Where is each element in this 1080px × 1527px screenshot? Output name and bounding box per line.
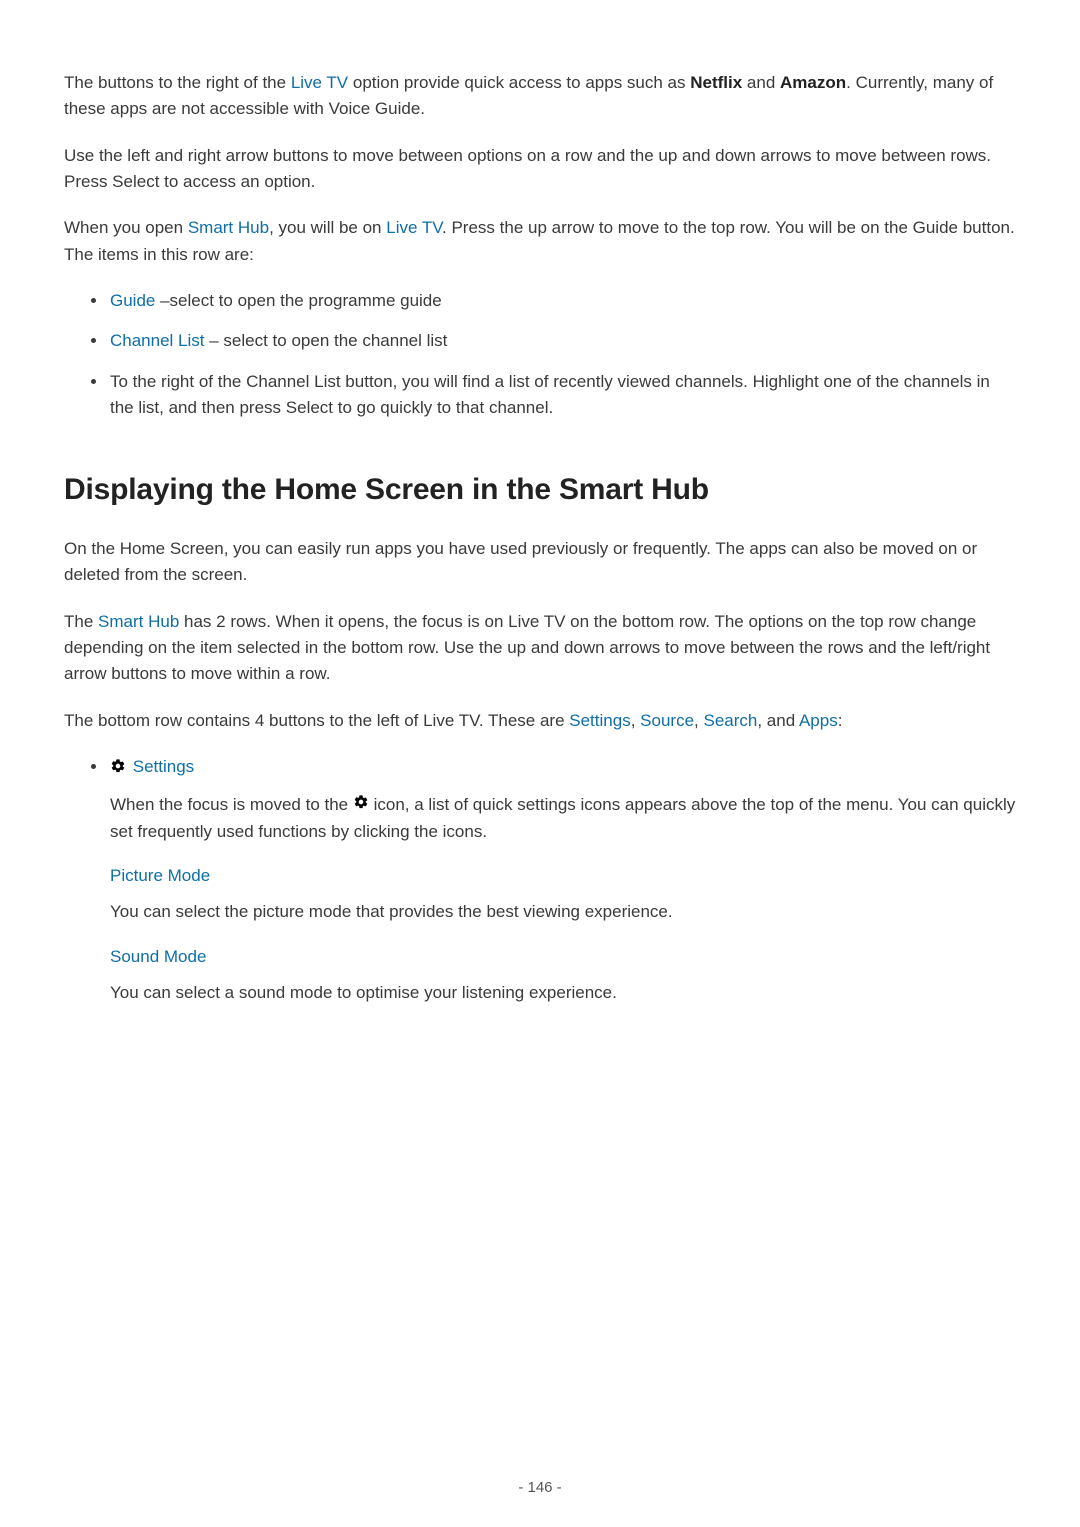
sound-mode-heading: Sound Mode [110,944,1016,970]
list-item: To the right of the Channel List button,… [108,369,1016,422]
text: and [742,73,780,92]
gear-icon [353,795,369,814]
text: option provide quick access to apps such… [348,73,690,92]
paragraph-6: The bottom row contains 4 buttons to the… [64,708,1016,734]
text: , you will be on [269,218,386,237]
text: –select to open the programme guide [155,291,441,310]
paragraph-4: On the Home Screen, you can easily run a… [64,536,1016,589]
bold-amazon: Amazon [780,73,846,92]
link-channel-list[interactable]: Channel List [110,331,205,350]
link-smart-hub[interactable]: Smart Hub [188,218,269,237]
link-sound-mode[interactable]: Sound Mode [110,947,206,966]
list-item: Guide –select to open the programme guid… [108,288,1016,314]
page-number: - 146 - [0,1476,1080,1499]
link-settings[interactable]: Settings [569,711,630,730]
text: , and [757,711,799,730]
bottom-row-buttons-list: Settings When the focus is moved to the … [64,754,1016,1006]
settings-description: When the focus is moved to the icon, a l… [110,792,1016,845]
link-picture-mode[interactable]: Picture Mode [110,866,210,885]
picture-mode-heading: Picture Mode [110,863,1016,889]
bold-netflix: Netflix [690,73,742,92]
section-heading: Displaying the Home Screen in the Smart … [64,467,1016,514]
text: When the focus is moved to the [110,795,353,814]
text: – select to open the channel list [205,331,448,350]
text: The buttons to the right of the [64,73,291,92]
link-settings[interactable]: Settings [133,757,194,776]
link-search[interactable]: Search [703,711,757,730]
gear-icon [110,756,126,782]
link-apps[interactable]: Apps [799,711,838,730]
text: When you open [64,218,188,237]
paragraph-3: When you open Smart Hub, you will be on … [64,215,1016,268]
sound-mode-description: You can select a sound mode to optimise … [110,980,1016,1006]
text: The [64,612,98,631]
row-items-list: Guide –select to open the programme guid… [64,288,1016,421]
link-smart-hub[interactable]: Smart Hub [98,612,179,631]
link-guide[interactable]: Guide [110,291,155,310]
link-source[interactable]: Source [640,711,694,730]
link-live-tv[interactable]: Live TV [386,218,442,237]
text: : [838,711,843,730]
text: To the right of the Channel List button,… [110,372,990,417]
picture-mode-description: You can select the picture mode that pro… [110,899,1016,925]
text: The bottom row contains 4 buttons to the… [64,711,569,730]
list-item-settings: Settings When the focus is moved to the … [108,754,1016,1006]
link-live-tv[interactable]: Live TV [291,73,348,92]
paragraph-2: Use the left and right arrow buttons to … [64,143,1016,196]
settings-heading: Settings [110,754,1016,782]
paragraph-1: The buttons to the right of the Live TV … [64,70,1016,123]
text: , [631,711,640,730]
text: has 2 rows. When it opens, the focus is … [64,612,990,684]
paragraph-5: The Smart Hub has 2 rows. When it opens,… [64,609,1016,688]
list-item: Channel List – select to open the channe… [108,328,1016,354]
